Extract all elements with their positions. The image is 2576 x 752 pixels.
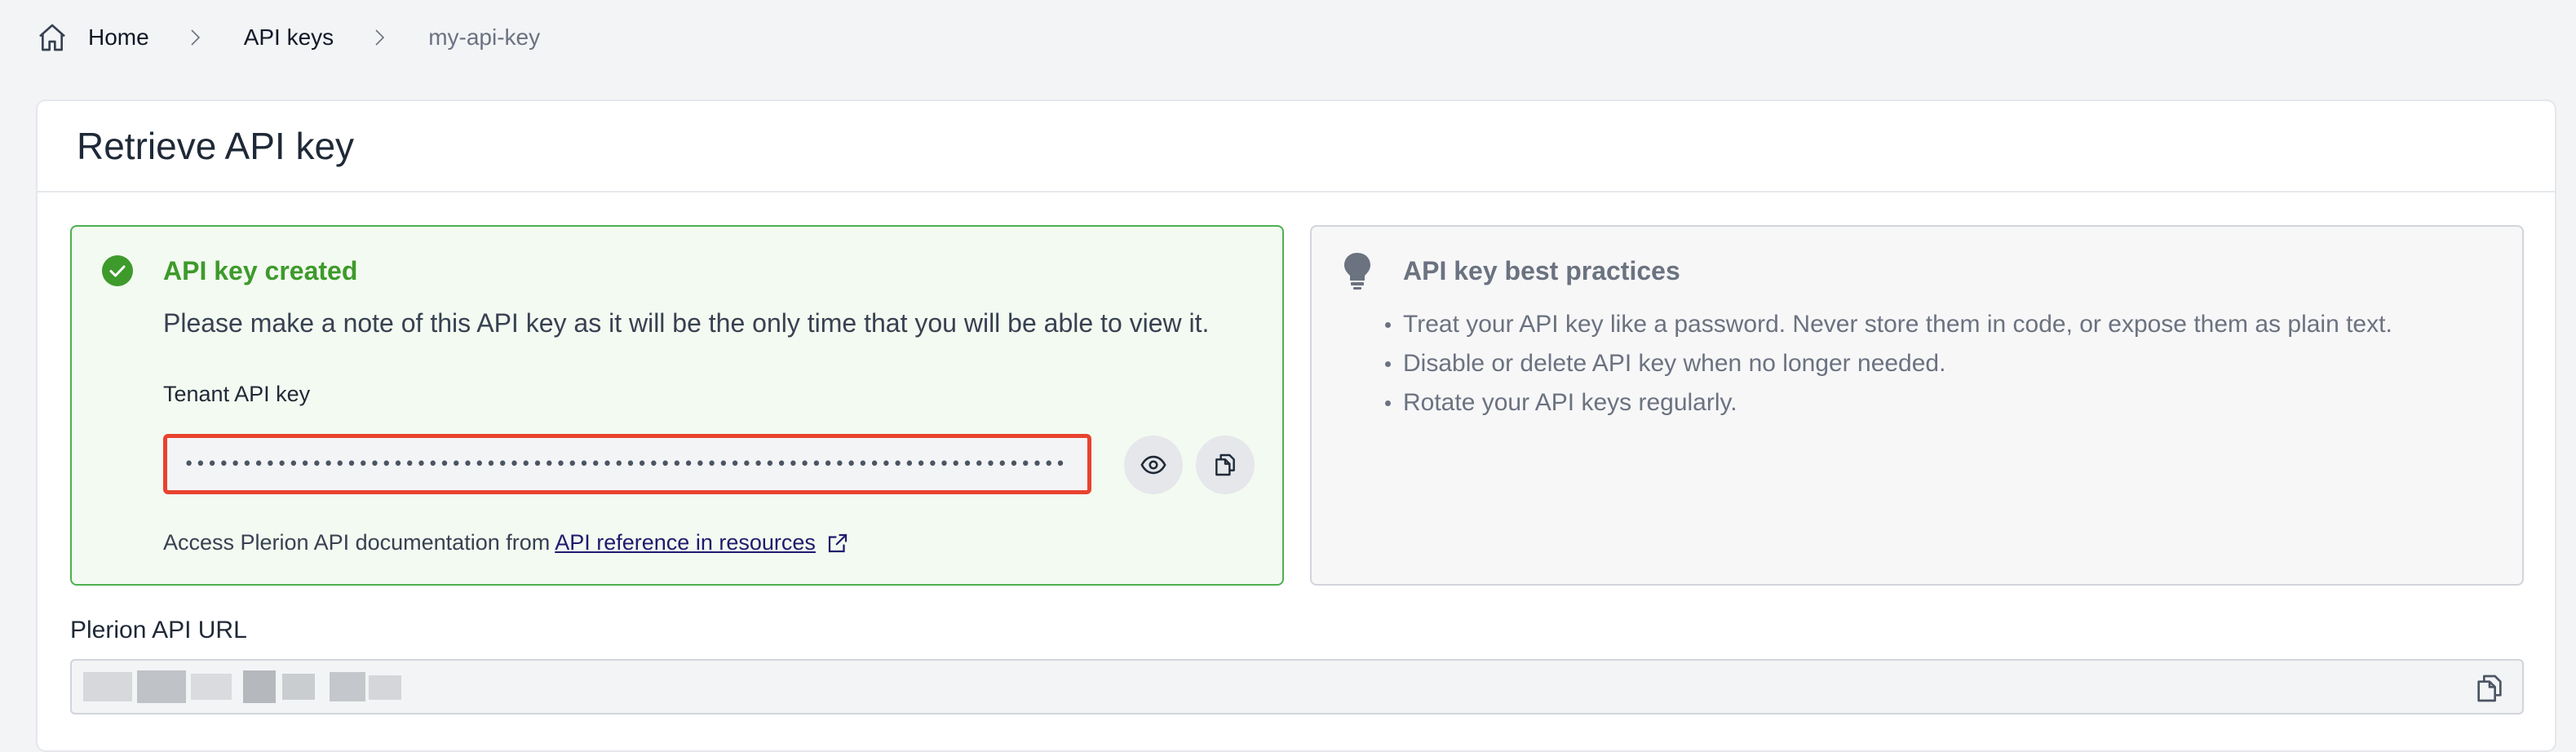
api-url-label: Plerion API URL: [70, 617, 247, 644]
api-reference-link[interactable]: API reference in resources: [555, 530, 816, 555]
best-practices-panel: API key best practices Treat your API ke…: [1310, 225, 2524, 586]
api-key-created-panel: API key created Please make a note of th…: [70, 225, 1284, 586]
api-url-field[interactable]: [70, 659, 2524, 714]
copy-icon[interactable]: [2473, 672, 2506, 705]
copy-key-button[interactable]: [1196, 436, 1255, 494]
external-link-icon[interactable]: [825, 531, 850, 555]
best-practices-title: API key best practices: [1403, 256, 1680, 285]
home-icon[interactable]: [36, 21, 69, 54]
tenant-api-key-label: Tenant API key: [163, 382, 311, 406]
success-message: Please make a note of this API key as it…: [163, 308, 1210, 338]
best-practices-list: Treat your API key like a password. Neve…: [1385, 305, 2392, 422]
success-title: API key created: [163, 256, 358, 285]
breadcrumb: Home API keys my-api-key: [36, 18, 540, 57]
tenant-api-key-field[interactable]: ••••••••••••••••••••••••••••••••••••••••…: [163, 434, 1091, 494]
reveal-key-button[interactable]: [1124, 436, 1183, 494]
check-circle-icon: [101, 254, 134, 287]
doc-prefix-text: Access Plerion API documentation from: [163, 530, 551, 555]
breadcrumb-home-link[interactable]: Home: [88, 24, 149, 51]
breadcrumb-current: my-api-key: [428, 24, 541, 50]
list-item: Rotate your API keys regularly.: [1385, 383, 2392, 422]
chevron-right-icon: [185, 28, 205, 47]
chevron-right-icon: [370, 28, 389, 47]
list-item: Disable or delete API key when no longer…: [1385, 344, 2392, 383]
list-item: Treat your API key like a password. Neve…: [1385, 305, 2392, 344]
lightbulb-icon: [1341, 251, 1374, 290]
copy-icon: [1212, 452, 1238, 478]
card-header: Retrieve API key: [38, 101, 2555, 192]
breadcrumb-api-keys-link[interactable]: API keys: [244, 24, 334, 51]
documentation-line: Access Plerion API documentation from AP…: [163, 530, 850, 555]
eye-icon: [1140, 451, 1167, 479]
retrieve-api-key-card: Retrieve API key API key created Please …: [36, 100, 2556, 752]
page-title: Retrieve API key: [77, 125, 355, 167]
